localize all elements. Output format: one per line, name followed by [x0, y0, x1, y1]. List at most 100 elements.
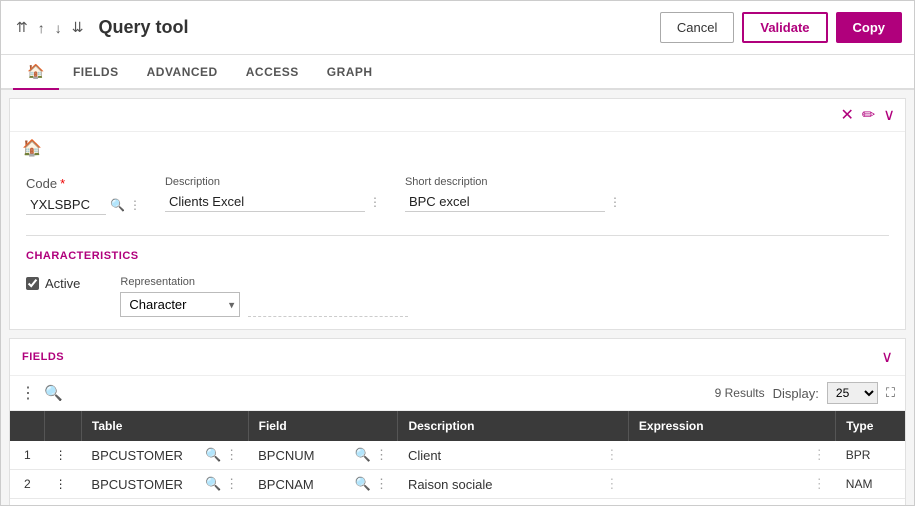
description-value: Clients Excel [165, 192, 365, 212]
row-type: BPR [836, 441, 905, 470]
col-header-description: Description [398, 411, 628, 441]
row-type: PTE [836, 499, 905, 506]
field-search-icon[interactable]: 🔍 [355, 447, 371, 463]
table-row: 3 ⋮ BPCUSTOMER 🔍 ⋮ PTE 🔍 ⋮ Conditi [10, 499, 905, 506]
short-description-field: Short description BPC excel ⋮ [405, 176, 621, 212]
tab-fields[interactable]: FIELDS [59, 57, 133, 89]
description-more-icon[interactable]: ⋮ [605, 476, 618, 492]
display-count-select[interactable]: 25 50 100 [827, 382, 878, 404]
row-field: BPCNAM 🔍 ⋮ [248, 470, 398, 499]
representation-field: Representation Character Numeric Date [120, 276, 408, 317]
description-label: Description [165, 176, 381, 188]
field-search-icon[interactable]: 🔍 [355, 476, 371, 492]
active-label: Active [45, 276, 80, 291]
top-bar-actions: Cancel Validate Copy [660, 12, 902, 43]
col-header-type: Type [836, 411, 905, 441]
representation-label: Representation [120, 276, 408, 288]
description-value-row: Clients Excel ⋮ [165, 192, 381, 212]
expand-table-icon[interactable]: ⛶ [886, 385, 895, 401]
row-field: BPCNUM 🔍 ⋮ [248, 441, 398, 470]
table-row: 1 ⋮ BPCUSTOMER 🔍 ⋮ BPCNUM 🔍 ⋮ Clie [10, 441, 905, 470]
more-cell-icon[interactable]: ⋮ [225, 447, 238, 463]
row-table: BPCUSTOMER 🔍 ⋮ [81, 441, 248, 470]
row-expression: ⋮ [628, 499, 835, 506]
fields-table: Table Field Description Expression Type … [10, 411, 905, 505]
fields-section: FIELDS ∨ ⋮ 🔍 9 Results Display: 25 50 10… [9, 338, 906, 505]
code-value: YXLSBPC [26, 195, 106, 215]
description-more-icon[interactable]: ⋮ [605, 447, 618, 463]
row-description: Client ⋮ [398, 441, 628, 470]
characteristics-row: Active Representation Character Numeric … [10, 268, 905, 329]
representation-select[interactable]: Character Numeric Date [120, 292, 240, 317]
nav-tabs: 🏠 FIELDS ADVANCED ACCESS GRAPH [1, 55, 914, 90]
copy-button[interactable]: Copy [836, 12, 903, 43]
delete-icon[interactable]: ✕ [840, 105, 853, 125]
required-indicator: * [60, 176, 65, 191]
form-toolbar: ✕ ✏ ∨ [10, 99, 905, 132]
collapse-icon[interactable]: ∨ [883, 105, 895, 125]
more-icon[interactable]: ⋮ [129, 198, 141, 212]
active-checkbox[interactable] [26, 277, 39, 290]
row-table: BPCUSTOMER 🔍 ⋮ [81, 499, 248, 506]
drag-handle[interactable]: ⋮ [45, 441, 82, 470]
field-more-icon[interactable]: ⋮ [375, 476, 388, 492]
row-num: 3 [10, 499, 45, 506]
fields-collapse-icon[interactable]: ∨ [881, 347, 893, 367]
field-more-icon[interactable]: ⋮ [375, 447, 388, 463]
row-num: 1 [10, 441, 45, 470]
code-label: Code * [26, 176, 141, 191]
table-toolbar-left: ⋮ 🔍 [20, 383, 63, 403]
description-text: Raison sociale [408, 477, 493, 492]
table-toolbar: ⋮ 🔍 9 Results Display: 25 50 100 ⛶ [10, 376, 905, 411]
representation-extra-input[interactable] [248, 293, 408, 317]
col-header-table: Table [81, 411, 248, 441]
search-icon[interactable]: 🔍 [110, 198, 125, 212]
breadcrumb-row: 🏠 [10, 132, 905, 164]
characteristics-title: CHARACTERISTICS [10, 244, 905, 268]
tab-access[interactable]: ACCESS [232, 57, 313, 89]
table-header-row: Table Field Description Expression Type [10, 411, 905, 441]
row-expression: ⋮ [628, 441, 835, 470]
validate-button[interactable]: Validate [742, 12, 827, 43]
more-cell-icon[interactable]: ⋮ [225, 476, 238, 492]
drag-handle[interactable]: ⋮ [45, 499, 82, 506]
edit-icon[interactable]: ✏ [862, 105, 875, 125]
code-value-row: YXLSBPC 🔍 ⋮ [26, 195, 141, 215]
toolbar-dots-icon[interactable]: ⋮ [20, 383, 36, 403]
row-type: NAM [836, 470, 905, 499]
description-text: Client [408, 448, 441, 463]
row-description: Raison sociale ⋮ [398, 470, 628, 499]
col-header-field: Field [248, 411, 398, 441]
col-header-expression: Expression [628, 411, 835, 441]
expression-more-icon[interactable]: ⋮ [813, 447, 826, 463]
table-body: 1 ⋮ BPCUSTOMER 🔍 ⋮ BPCNUM 🔍 ⋮ Clie [10, 441, 905, 505]
row-field: PTE 🔍 ⋮ [248, 499, 398, 506]
description-more-icon[interactable]: ⋮ [369, 195, 381, 209]
arrow-last-icon[interactable]: ⇊ [69, 17, 87, 38]
tab-advanced[interactable]: ADVANCED [133, 57, 232, 89]
navigation-arrows: ⇈ ↑ ↓ ⇊ [13, 17, 86, 38]
search-cell-icon[interactable]: 🔍 [205, 476, 221, 492]
fields-section-header: FIELDS ∨ [10, 339, 905, 376]
representation-select-wrapper: Character Numeric Date [120, 292, 240, 317]
representation-select-row: Character Numeric Date [120, 292, 408, 317]
tab-home[interactable]: 🏠 [13, 55, 59, 90]
arrow-down-icon[interactable]: ↓ [52, 18, 65, 38]
short-description-label: Short description [405, 176, 621, 188]
home-breadcrumb-icon[interactable]: 🏠 [22, 138, 42, 158]
active-checkbox-item: Active [26, 276, 80, 291]
short-desc-more-icon[interactable]: ⋮ [609, 195, 621, 209]
tab-graph[interactable]: GRAPH [313, 57, 387, 89]
short-description-value: BPC excel [405, 192, 605, 212]
toolbar-search-icon[interactable]: 🔍 [44, 384, 63, 402]
expression-more-icon[interactable]: ⋮ [813, 476, 826, 492]
drag-handle[interactable]: ⋮ [45, 470, 82, 499]
cancel-button[interactable]: Cancel [660, 12, 734, 43]
top-bar: ⇈ ↑ ↓ ⇊ Query tool Cancel Validate Copy [1, 1, 914, 55]
col-header-num [10, 411, 45, 441]
table-value: BPCUSTOMER [91, 448, 183, 463]
arrow-up-icon[interactable]: ↑ [35, 18, 48, 38]
search-cell-icon[interactable]: 🔍 [205, 447, 221, 463]
arrow-first-icon[interactable]: ⇈ [13, 17, 31, 38]
form-fields-row: Code * YXLSBPC 🔍 ⋮ Description Clients E… [10, 164, 905, 227]
